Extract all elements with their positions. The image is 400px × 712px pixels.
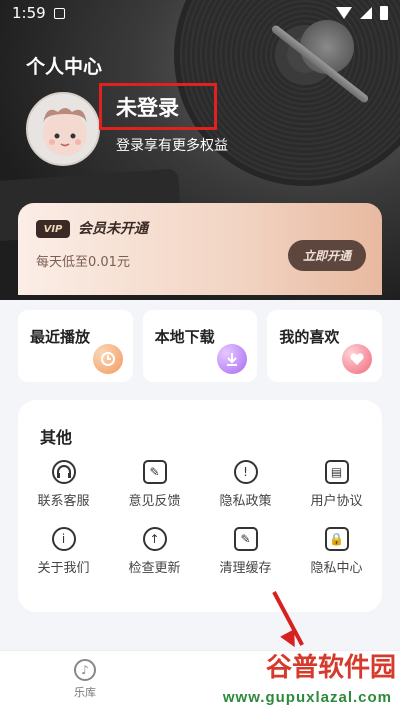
- about-us-item[interactable]: i 关于我们: [18, 527, 109, 576]
- watermark-text: 谷普软件园: [265, 653, 396, 683]
- wifi-icon: [336, 7, 352, 19]
- contact-service-item[interactable]: 联系客服: [18, 460, 109, 509]
- login-subtitle: 登录享有更多权益: [116, 138, 228, 154]
- login-highlight-box[interactable]: 未登录: [99, 83, 217, 130]
- privacy-center-label: 隐私中心: [310, 561, 363, 576]
- edit-icon: ✎: [233, 527, 258, 551]
- avatar-cat-icon: [43, 108, 87, 156]
- feedback-item[interactable]: ✎ 意见反馈: [109, 460, 200, 509]
- document-icon: ▤: [324, 460, 349, 484]
- headset-icon: [51, 460, 76, 484]
- clear-cache-item[interactable]: ✎ 清理缓存: [200, 527, 291, 576]
- watermark-url: www.gupuxlazal.com: [222, 689, 392, 706]
- edit-icon: ✎: [142, 460, 167, 484]
- feedback-label: 意见反馈: [128, 494, 181, 509]
- info-icon: i: [51, 527, 76, 551]
- signal-icon: [360, 7, 372, 19]
- avatar[interactable]: [26, 92, 100, 166]
- privacy-policy-item[interactable]: ! 隐私政策: [200, 460, 291, 509]
- vip-card[interactable]: VIP 会员未开通 每天低至0.01元 立即开通: [18, 203, 382, 295]
- vip-title: 会员未开通: [78, 221, 148, 237]
- status-time: 1:59: [12, 4, 46, 22]
- local-download-card[interactable]: 本地下载: [142, 310, 258, 382]
- battery-icon: [380, 6, 388, 20]
- check-update-label: 检查更新: [128, 561, 181, 576]
- vip-price: 每天低至0.01元: [36, 255, 130, 270]
- other-title: 其他: [40, 428, 73, 447]
- profile-hero: 1:59 个人中心 未登录 登录享有更多权益 VIP 会员未开通 每天低至0.0…: [0, 0, 400, 300]
- music-note-icon: ♪: [74, 659, 96, 681]
- lock-icon: 🔒: [324, 527, 349, 551]
- vip-activate-button[interactable]: 立即开通: [288, 240, 366, 271]
- recent-play-label: 最近播放: [30, 328, 91, 346]
- user-agreement-label: 用户协议: [310, 494, 363, 509]
- quick-actions: 最近播放 本地下载 我的喜欢: [18, 310, 383, 382]
- upload-cloud-icon: ↑: [142, 527, 167, 551]
- local-download-label: 本地下载: [154, 328, 215, 346]
- privacy-policy-label: 隐私政策: [219, 494, 272, 509]
- login-title[interactable]: 未登录: [116, 92, 179, 122]
- contact-service-label: 联系客服: [37, 494, 90, 509]
- heart-icon: [342, 344, 373, 374]
- other-grid: 联系客服 ✎ 意见反馈 ! 隐私政策 ▤ 用户协议 i 关于我们 ↑ 检查更新 …: [18, 460, 382, 576]
- notification-icon: [53, 7, 65, 19]
- shield-icon: !: [233, 460, 258, 484]
- nav-library-label: 乐库: [74, 686, 96, 699]
- check-update-item[interactable]: ↑ 检查更新: [109, 527, 200, 576]
- nav-library[interactable]: ♪ 乐库: [74, 659, 96, 700]
- about-us-label: 关于我们: [37, 561, 90, 576]
- download-icon: [217, 344, 248, 374]
- my-favorites-card[interactable]: 我的喜欢: [267, 310, 383, 382]
- other-panel: 其他 联系客服 ✎ 意见反馈 ! 隐私政策 ▤ 用户协议 i 关于我们 ↑ 检查…: [18, 400, 382, 612]
- vip-badge: VIP: [36, 220, 70, 238]
- recent-play-card[interactable]: 最近播放: [18, 310, 133, 382]
- status-bar: 1:59: [0, 0, 400, 26]
- clear-cache-label: 清理缓存: [219, 561, 272, 576]
- clock-icon: [92, 344, 123, 374]
- privacy-center-item[interactable]: 🔒 隐私中心: [291, 527, 382, 576]
- user-agreement-item[interactable]: ▤ 用户协议: [291, 460, 382, 509]
- my-favorites-label: 我的喜欢: [279, 328, 340, 346]
- page-title: 个人中心: [26, 56, 103, 78]
